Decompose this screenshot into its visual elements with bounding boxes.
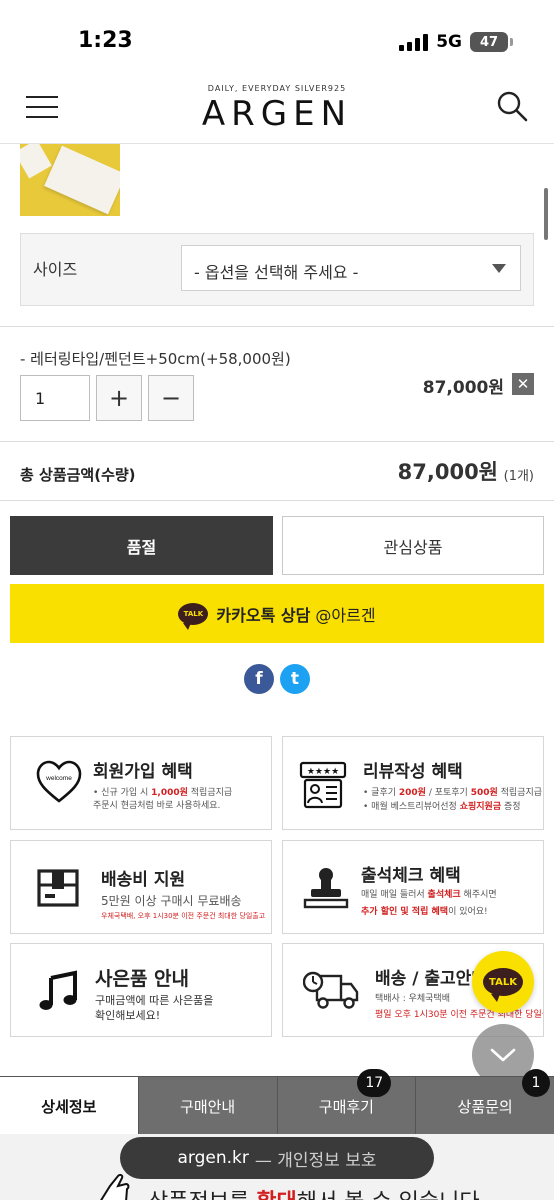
soldout-button[interactable]: 품절 [10, 516, 273, 575]
wishlist-button[interactable]: 관심상품 [282, 516, 544, 575]
kakao-consult-button[interactable]: TALK 카카오톡 상담 @아르겐 [10, 584, 544, 643]
benefit-desc: • 매월 베스트리뷰어선정 쇼핑지원금 증정 [363, 802, 521, 812]
benefit-desc: 추가 할인 및 적립 혜택이 있어요! [361, 907, 488, 917]
svg-text:welcome: welcome [45, 775, 72, 782]
logo-subtitle: DAILY, EVERYDAY SILVER925 [207, 84, 347, 93]
quantity-minus-button[interactable]: − [148, 375, 194, 421]
benefit-title: 회원가입 혜택 [93, 762, 193, 782]
kakaotalk-floating-button[interactable]: TALK [472, 951, 534, 1013]
review-count-badge: 17 [357, 1069, 392, 1097]
music-note-icon [39, 970, 77, 1010]
divider [0, 441, 554, 442]
benefit-card-review[interactable]: ★★★★ 리뷰작성 혜택 • 글후기 200원 / 포토후기 500원 적립금지… [282, 736, 544, 830]
benefit-desc: 우체국택배, 오후 1시30분 이전 주문건 최대한 당일출고 [101, 912, 266, 920]
benefit-title: 배송비 지원 [101, 870, 186, 890]
quantity-input[interactable]: 1 [20, 375, 90, 421]
page-scrollbar[interactable] [544, 188, 548, 240]
zoom-hint-text: 상품정보를 확대해서 볼 수 있습니다 [148, 1184, 480, 1200]
option-label: 사이즈 [33, 260, 78, 279]
kakaotalk-icon: TALK [483, 968, 523, 1002]
selected-item-price: 87,000원 [422, 378, 504, 398]
cellular-signal-icon [399, 33, 429, 51]
option-select-value: - 옵션을 선택해 주세요 - [194, 263, 359, 282]
heart-welcome-icon: welcome [36, 760, 82, 803]
divider [0, 500, 554, 501]
site-logo[interactable]: ARGEN [0, 94, 554, 134]
facebook-share-icon[interactable]: f [244, 664, 274, 694]
benefit-card-gift[interactable]: 사은품 안내 구매금액에 따른 사은품을 확인해보세요! [10, 943, 272, 1037]
status-indicators: 5G 47 [399, 30, 513, 54]
benefit-title: 배송 / 출고안내 [375, 969, 487, 989]
stamp-icon [303, 868, 349, 909]
benefit-desc: 구매금액에 따른 사은품을 [95, 994, 214, 1007]
tab-reviews[interactable]: 구매후기 17 [276, 1069, 416, 1135]
site-header: DAILY, EVERYDAY SILVER925 ARGEN [0, 72, 554, 144]
battery-icon: 47 [470, 32, 513, 52]
benefit-desc: • 글후기 200원 / 포토후기 500원 적립금지급 [363, 788, 543, 798]
product-thumbnail [20, 144, 120, 216]
box-package-icon [37, 869, 79, 907]
option-panel: 사이즈 - 옵션을 선택해 주세요 - [20, 233, 534, 306]
benefit-title: 사은품 안내 [95, 968, 190, 990]
divider [0, 326, 554, 327]
url-domain: argen.kr [177, 1148, 249, 1168]
search-icon[interactable] [496, 90, 528, 122]
benefit-card-shipping[interactable]: 배송비 지원 5만원 이상 구매시 무료배송 우체국택배, 오후 1시30분 이… [10, 840, 272, 934]
kakao-consult-label: 카카오톡 상담 @아르겐 [216, 605, 376, 625]
tab-purchase-guide[interactable]: 구매안내 [137, 1077, 277, 1135]
chevron-down-icon [490, 1048, 516, 1062]
status-time: 1:23 [78, 28, 133, 53]
detail-tabs: 상세정보 구매안내 구매후기 17 상품문의 1 [0, 1069, 554, 1135]
review-stars-icon: ★★★★ [299, 761, 347, 809]
total-label: 총 상품금액(수량) [20, 466, 136, 484]
remove-item-button[interactable]: ✕ [512, 373, 534, 395]
benefit-desc: 5만원 이상 구매시 무료배송 [101, 894, 242, 908]
tab-detail-info[interactable]: 상세정보 [0, 1077, 138, 1135]
total-price: 87,000원 [397, 460, 498, 484]
browser-url-bar[interactable]: argen.kr — 개인정보 보호 [120, 1137, 434, 1179]
status-bar: 1:23 5G 47 [0, 0, 554, 72]
benefit-desc: 매일 매일 들러서 출석체크 해주시면 [361, 890, 497, 900]
benefit-title: 출석체크 혜택 [361, 866, 461, 886]
kakaotalk-icon: TALK [178, 602, 209, 630]
benefit-desc: 택배사 : 우체국택배 [375, 994, 450, 1004]
privacy-label: — 개인정보 보호 [254, 1150, 377, 1171]
delivery-truck-icon [303, 971, 359, 1009]
tab-product-qna[interactable]: 상품문의 1 [415, 1069, 554, 1135]
svg-text:★★★★: ★★★★ [307, 767, 339, 777]
twitter-share-icon[interactable]: t [280, 664, 310, 694]
benefit-desc: 주문시 현금처럼 바로 사용하세요. [93, 801, 221, 811]
benefit-desc: • 신규 가입 시 1,000원 적립금지급 [93, 788, 233, 798]
benefit-desc: 확인해보세요! [95, 1009, 161, 1022]
benefit-card-attendance[interactable]: 출석체크 혜택 매일 매일 들러서 출석체크 해주시면 추가 할인 및 적립 혜… [282, 840, 544, 934]
selected-item-name: - 레터링타입/펜던트+50cm(+58,000원) [20, 350, 291, 368]
network-type: 5G [436, 32, 462, 52]
total-count: (1개) [503, 469, 534, 484]
benefit-title: 리뷰작성 혜택 [363, 762, 463, 782]
benefit-card-signup[interactable]: welcome 회원가입 혜택 • 신규 가입 시 1,000원 적립금지급 주… [10, 736, 272, 830]
qna-count-badge: 1 [522, 1069, 550, 1097]
benefit-desc: 평일 오후 1시30분 이전 주문건 최대한 당일출고 [375, 1010, 544, 1020]
quantity-plus-button[interactable]: + [96, 375, 142, 421]
caret-down-icon [492, 264, 506, 273]
size-option-select[interactable]: - 옵션을 선택해 주세요 - [181, 245, 521, 291]
